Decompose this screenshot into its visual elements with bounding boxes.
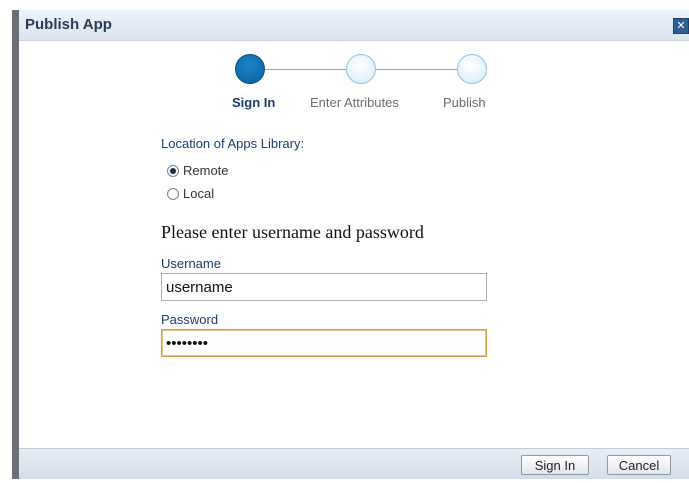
step-3-marker[interactable] — [457, 54, 487, 84]
background-strip — [0, 0, 12, 483]
credentials-prompt: Please enter username and password — [161, 222, 424, 242]
step-1-label[interactable]: Sign In — [232, 95, 275, 110]
dialog-titlebar: Publish App ✕ — [19, 10, 689, 41]
dialog-title: Publish App — [25, 16, 112, 33]
step-train: Sign In Enter Attributes Publish — [19, 40, 689, 120]
step-1-marker[interactable] — [235, 54, 265, 84]
radio-local-button[interactable] — [167, 187, 179, 200]
step-connector — [376, 69, 468, 70]
radio-remote-button[interactable] — [167, 164, 179, 177]
radio-remote[interactable]: Remote — [167, 163, 229, 178]
password-input[interactable] — [161, 329, 487, 357]
sign-in-button[interactable]: Sign In — [521, 455, 589, 475]
password-label: Password — [161, 312, 219, 327]
step-2-marker[interactable] — [346, 54, 376, 84]
step-connector — [265, 69, 357, 70]
location-label: Location of Apps Library: — [161, 136, 305, 151]
radio-remote-label[interactable]: Remote — [183, 163, 229, 178]
step-3-label[interactable]: Publish — [443, 95, 486, 110]
username-label: Username — [161, 256, 221, 271]
dialog-footer: Sign In Cancel — [19, 448, 689, 479]
step-2-label[interactable]: Enter Attributes — [310, 95, 399, 110]
cancel-button[interactable]: Cancel — [607, 455, 671, 475]
radio-local[interactable]: Local — [167, 186, 214, 201]
publish-app-dialog: Publish App ✕ Sign In Enter Attributes P… — [12, 10, 689, 479]
radio-local-label[interactable]: Local — [183, 186, 214, 201]
username-input[interactable] — [161, 273, 487, 301]
close-icon[interactable]: ✕ — [673, 18, 689, 34]
